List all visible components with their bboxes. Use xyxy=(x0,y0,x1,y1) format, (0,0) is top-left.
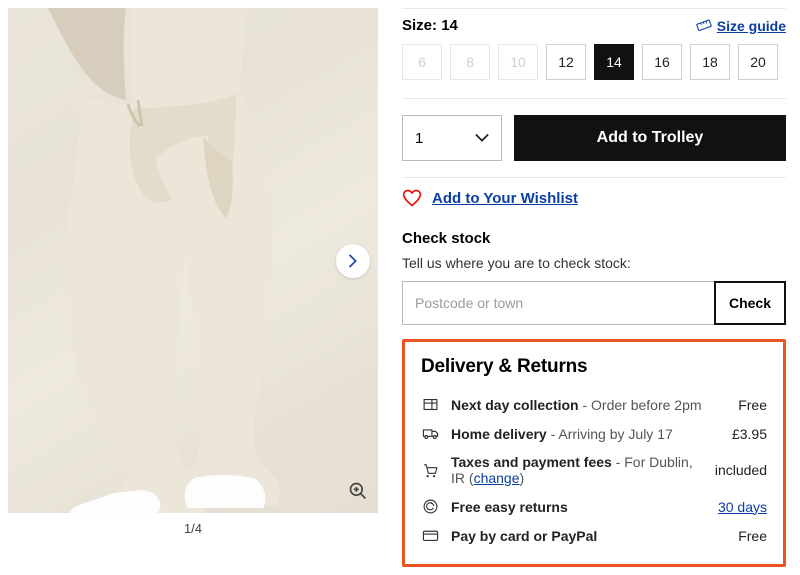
product-image xyxy=(8,8,378,513)
size-options: 68101214161820 xyxy=(402,44,786,98)
size-option-14[interactable]: 14 xyxy=(594,44,634,80)
delivery-row-price: £3.95 xyxy=(732,426,767,442)
size-option-16[interactable]: 16 xyxy=(642,44,682,80)
cart-icon xyxy=(421,462,441,479)
gallery-counter: 1/4 xyxy=(8,513,378,536)
delivery-row-price: Free xyxy=(738,397,767,413)
size-option-18[interactable]: 18 xyxy=(690,44,730,80)
ruler-icon xyxy=(696,18,712,34)
size-label: Size: 14 xyxy=(402,17,458,34)
quantity-select[interactable]: 1 xyxy=(402,115,502,161)
delivery-row-price: Free xyxy=(738,528,767,544)
delivery-row-price: included xyxy=(715,462,767,478)
delivery-row-text: Next day collection - Order before 2pm xyxy=(451,397,728,413)
delivery-row: Free easy returns 30 days xyxy=(421,492,767,521)
zoom-icon[interactable] xyxy=(348,481,368,501)
truck-icon xyxy=(421,425,441,442)
chevron-down-icon xyxy=(475,133,489,143)
check-stock-title: Check stock xyxy=(402,230,786,255)
size-option-20[interactable]: 20 xyxy=(738,44,778,80)
delivery-row: Home delivery - Arriving by July 17 £3.95 xyxy=(421,419,767,448)
size-option-10: 10 xyxy=(498,44,538,80)
delivery-returns-title: Delivery & Returns xyxy=(421,356,767,390)
delivery-row: Next day collection - Order before 2pm Fr… xyxy=(421,390,767,419)
heart-icon xyxy=(402,188,422,208)
delivery-returns-box: Delivery & Returns Next day collection -… xyxy=(402,339,786,567)
returns-policy-link[interactable]: 30 days xyxy=(718,499,767,515)
size-option-8: 8 xyxy=(450,44,490,80)
delivery-row-text: Pay by card or PayPal xyxy=(451,528,728,544)
delivery-row-text: Taxes and payment fees - For Dublin, IR … xyxy=(451,454,705,486)
add-to-trolley-button[interactable]: Add to Trolley xyxy=(514,115,786,161)
size-option-6: 6 xyxy=(402,44,442,80)
postcode-input[interactable] xyxy=(402,281,715,325)
delivery-row-price: 30 days xyxy=(718,499,767,515)
size-guide-link[interactable]: Size guide xyxy=(696,18,786,34)
size-option-12[interactable]: 12 xyxy=(546,44,586,80)
delivery-row-text: Home delivery - Arriving by July 17 xyxy=(451,426,722,442)
carousel-next-button[interactable] xyxy=(336,244,370,278)
card-icon xyxy=(421,527,441,544)
chevron-right-icon xyxy=(348,254,358,268)
delivery-row: Pay by card or PayPal Free xyxy=(421,521,767,550)
check-stock-button[interactable]: Check xyxy=(714,281,786,325)
check-stock-subtitle: Tell us where you are to check stock: xyxy=(402,255,786,281)
add-to-wishlist-link[interactable]: Add to Your Wishlist xyxy=(402,178,578,226)
delivery-row-text: Free easy returns xyxy=(451,499,708,515)
delivery-row: Taxes and payment fees - For Dublin, IR … xyxy=(421,448,767,492)
change-location-link[interactable]: change xyxy=(474,470,520,486)
store-icon xyxy=(421,396,441,413)
product-gallery: 1/4 xyxy=(8,8,378,567)
return-icon xyxy=(421,498,441,515)
